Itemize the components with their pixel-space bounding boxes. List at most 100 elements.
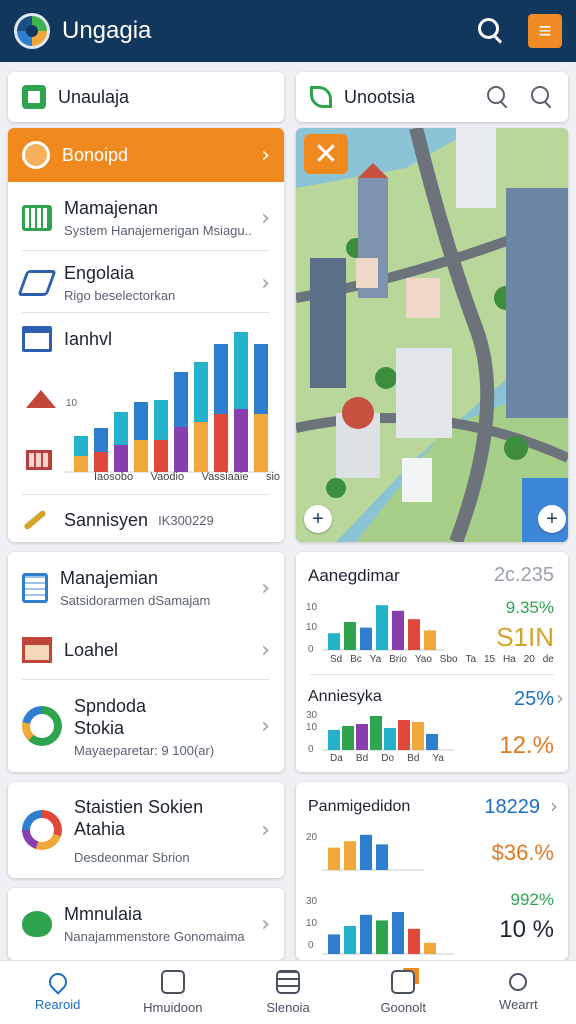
chart-tick: 10 bbox=[306, 722, 318, 733]
chart-x-label: 15 bbox=[483, 654, 496, 665]
nav-label: Wearrt bbox=[499, 997, 538, 1012]
chart-x-label: Iaosobo bbox=[94, 471, 134, 483]
chart-x-label: Ha bbox=[503, 654, 516, 665]
menu-item[interactable]: Mamajenan System Hanajemerigan Msiagu.. … bbox=[8, 188, 284, 248]
main-chart-labels: Iaosobo Vaodio Vassiaaie sio bbox=[94, 471, 280, 483]
chevron-right-icon[interactable]: › bbox=[556, 686, 564, 710]
chart-x-label: Sd bbox=[330, 654, 343, 665]
chart-bar bbox=[134, 440, 148, 472]
chart-bar bbox=[154, 440, 168, 472]
menu-footer-row[interactable]: Sannisyen IK300229 bbox=[8, 502, 284, 538]
list-item-subtitle: Satsidorarmen dSamajam bbox=[60, 593, 211, 608]
shop-icon bbox=[26, 450, 52, 470]
list-card: Manajemian Satsidorarmen dSamajam › Loah… bbox=[8, 552, 284, 772]
chart-bar bbox=[114, 445, 128, 472]
chart-tick: 0 bbox=[308, 744, 314, 755]
chart-bar bbox=[360, 834, 372, 870]
chart-x-label: Ya bbox=[432, 753, 445, 764]
search-icon[interactable] bbox=[486, 85, 510, 109]
chevron-right-icon: › bbox=[261, 575, 270, 601]
map-view[interactable]: ✕ + + bbox=[296, 128, 568, 542]
app-title: Ungagia bbox=[62, 17, 152, 44]
chart-bar bbox=[342, 726, 354, 750]
chart-x-label: Vaodio bbox=[150, 471, 185, 483]
search-card-left[interactable]: Unaulaja bbox=[8, 72, 284, 122]
list-item-title: Loahel bbox=[64, 639, 119, 660]
chart-x-label: de bbox=[542, 654, 554, 665]
chart-tick: 0 bbox=[308, 644, 314, 655]
chevron-right-icon: › bbox=[261, 205, 270, 231]
list-card: Mmnulaia Nanajammenstore Gonomaima › bbox=[8, 888, 284, 960]
stats-percent: 9.35% bbox=[505, 598, 554, 617]
stats-percent: 12.% bbox=[499, 732, 554, 759]
list-item[interactable]: Loahel › bbox=[8, 628, 284, 672]
stats-card: Aanegdimar 2c.235 9.35% S1IN 10 10 0 Sd … bbox=[296, 552, 568, 772]
chart-bar bbox=[398, 720, 410, 750]
list-item[interactable]: Spndoda Stokia Mayaeparetar: 9 100(ar) › bbox=[8, 686, 284, 766]
menu-item-subtitle: System Hanajemerigan Msiagu.. bbox=[64, 223, 252, 238]
divider bbox=[22, 312, 270, 313]
chart-bar bbox=[392, 912, 404, 954]
chevron-right-icon: › bbox=[261, 270, 270, 296]
chart-bar bbox=[412, 722, 424, 750]
chart-bar bbox=[408, 619, 420, 650]
main-bar-chart: 10 bbox=[64, 332, 274, 473]
briefcase-icon bbox=[22, 205, 52, 231]
stats-value: 18229 bbox=[484, 796, 540, 818]
chart-bar bbox=[376, 605, 388, 650]
search-icon[interactable] bbox=[474, 15, 506, 47]
nav-label: Slenoia bbox=[266, 1000, 310, 1015]
list-item-title: Manajemian bbox=[60, 568, 159, 588]
chart-x-label: Ya bbox=[369, 654, 382, 665]
chart-bar bbox=[344, 841, 356, 870]
chart-bar bbox=[360, 627, 372, 650]
divider bbox=[310, 674, 554, 675]
nav-item-slenoia[interactable]: Slenoia bbox=[230, 961, 345, 1024]
menu-item[interactable]: Engolaia Rigo beselectorkan › bbox=[8, 254, 284, 312]
chart-tick: 30 bbox=[306, 896, 318, 907]
calculator-icon bbox=[22, 573, 48, 603]
list-item[interactable]: Mmnulaia Nanajammenstore Gonomaima › bbox=[8, 898, 284, 950]
chevron-right-icon: › bbox=[261, 911, 270, 937]
search-card-right[interactable]: Unootsia bbox=[296, 72, 568, 122]
nav-item-goonolt[interactable]: Goonolt bbox=[346, 961, 461, 1024]
list-item-subtitle: Desdeonmar Sbrion bbox=[74, 849, 190, 865]
search-icon[interactable] bbox=[530, 85, 554, 109]
chart-x-label: Bd bbox=[355, 753, 369, 764]
chart-x-label: Vassiaaie bbox=[201, 471, 249, 483]
stats1-labels: Sd Bc Ya Brio Yao Sbo Ta 15 Ha 20 de bbox=[330, 654, 554, 665]
ring-chart-icon bbox=[22, 810, 62, 850]
chart-x-label: Do bbox=[381, 753, 395, 764]
chart-x-label: Bd bbox=[407, 753, 420, 764]
close-icon[interactable]: ✕ bbox=[304, 134, 348, 174]
chevron-right-icon[interactable]: › bbox=[550, 794, 558, 818]
list-item-title: Mmnulaia bbox=[64, 904, 143, 924]
donut-chart-icon bbox=[22, 706, 62, 746]
app-header: Ungagia ≡ bbox=[0, 0, 576, 62]
map-locate-button[interactable]: + bbox=[538, 505, 566, 533]
list-item[interactable]: Staistien Sokien Atahia Desdeonmar Sbrio… bbox=[8, 792, 284, 868]
chat-bubble-icon bbox=[22, 911, 52, 937]
chevron-right-icon: › bbox=[261, 713, 270, 739]
divider bbox=[22, 494, 270, 495]
menu-banner[interactable]: Bonoipd › bbox=[8, 128, 284, 182]
menu-item-title: Engolaia bbox=[64, 263, 135, 283]
nav-item-hmuidoon[interactable]: Hmuidoon bbox=[115, 961, 230, 1024]
chart-bar bbox=[74, 456, 88, 472]
list-item-subtitle: Nanajammenstore Gonomaima bbox=[64, 929, 245, 944]
nav-label: Rearoid bbox=[34, 997, 81, 1012]
clipboard-icon bbox=[160, 970, 185, 994]
nav-item-rearoid[interactable]: Rearoid bbox=[0, 961, 115, 1024]
list-item-title: Staistien Sokien Atahia bbox=[74, 796, 204, 839]
list-item[interactable]: Manajemian Satsidorarmen dSamajam › bbox=[8, 558, 284, 618]
chart-bar bbox=[194, 422, 208, 472]
chevron-right-icon: › bbox=[261, 637, 270, 663]
menu-icon[interactable]: ≡ bbox=[528, 14, 562, 48]
chart-tick: 10 bbox=[306, 622, 318, 633]
map-zoom-in-button[interactable]: + bbox=[304, 505, 332, 533]
building-icon bbox=[22, 326, 52, 352]
chart-bar bbox=[360, 914, 372, 954]
chart-bar bbox=[174, 427, 188, 472]
nav-item-wearrt[interactable]: Wearrt bbox=[461, 961, 576, 1024]
chart-bar bbox=[356, 724, 368, 750]
